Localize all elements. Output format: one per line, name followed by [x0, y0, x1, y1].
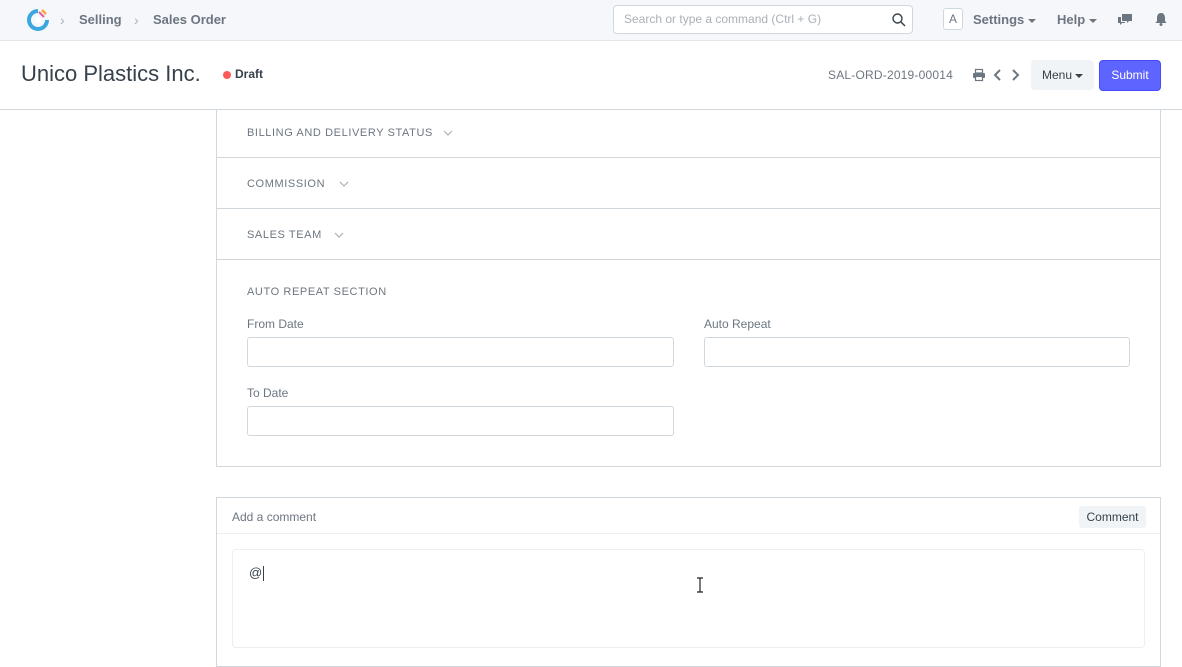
- submit-button[interactable]: Submit: [1099, 60, 1161, 91]
- chevron-right-icon: ›: [60, 12, 65, 28]
- comment-box: Add a comment Comment @: [216, 497, 1161, 667]
- form-panel: BILLING AND DELIVERY STATUS COMMISSION S…: [216, 110, 1161, 467]
- help-label: Help: [1057, 12, 1086, 27]
- comment-title: Add a comment: [232, 510, 317, 524]
- menu-label: Menu: [1042, 68, 1073, 82]
- chevron-right-icon[interactable]: [1008, 68, 1022, 82]
- comment-header: Add a comment Comment: [217, 498, 1160, 534]
- from-date-field[interactable]: [247, 337, 674, 367]
- auto-repeat-field[interactable]: [704, 337, 1130, 367]
- search-input[interactable]: [624, 12, 884, 26]
- page-head: Unico Plastics Inc. Draft SAL-ORD-2019-0…: [0, 41, 1182, 110]
- to-date-field[interactable]: [247, 406, 674, 436]
- comment-input[interactable]: @: [232, 549, 1145, 648]
- breadcrumb-selling[interactable]: Selling: [79, 12, 122, 27]
- settings-label: Settings: [973, 12, 1025, 27]
- document-name: SAL-ORD-2019-00014: [828, 68, 954, 82]
- app-logo-icon[interactable]: [26, 8, 50, 32]
- section-sales-team[interactable]: SALES TEAM: [217, 209, 1160, 260]
- text-caret: [263, 566, 265, 582]
- section-title: SALES TEAM: [247, 229, 322, 241]
- chevron-left-icon[interactable]: [991, 68, 1005, 82]
- section-title: COMMISSION: [247, 178, 326, 190]
- page-title: Unico Plastics Inc.: [21, 61, 201, 86]
- caret-down-icon: [1089, 18, 1098, 23]
- section-title: BILLING AND DELIVERY STATUS: [247, 127, 433, 139]
- comment-button[interactable]: Comment: [1079, 506, 1146, 528]
- section-commission[interactable]: COMMISSION: [217, 158, 1160, 209]
- section-billing-delivery[interactable]: BILLING AND DELIVERY STATUS: [217, 110, 1160, 158]
- status-indicator: [223, 71, 231, 79]
- help-dropdown[interactable]: Help: [1057, 12, 1098, 27]
- auto-repeat-label: Auto Repeat: [704, 317, 771, 331]
- settings-dropdown[interactable]: Settings: [973, 12, 1037, 27]
- print-icon[interactable]: [972, 68, 986, 82]
- chevron-down-icon: [339, 181, 349, 187]
- bell-icon[interactable]: [1153, 11, 1169, 27]
- section-auto-repeat: AUTO REPEAT SECTION From Date Auto Repea…: [217, 260, 1160, 466]
- chevron-down-icon: [334, 232, 344, 238]
- to-date-label: To Date: [247, 386, 289, 400]
- text-cursor-icon: [697, 577, 703, 593]
- chevron-right-icon: ›: [134, 12, 139, 28]
- section-title: AUTO REPEAT SECTION: [247, 286, 387, 298]
- status-badge: Draft: [235, 67, 264, 81]
- avatar[interactable]: A: [943, 8, 963, 30]
- navbar: › Selling › Sales Order A Settings Help: [0, 0, 1182, 41]
- from-date-label: From Date: [247, 317, 304, 331]
- comment-text: @: [249, 565, 265, 582]
- chat-icon[interactable]: [1117, 11, 1133, 27]
- search-box[interactable]: [613, 5, 913, 34]
- comment-text-value: @: [249, 565, 263, 580]
- chevron-down-icon: [443, 130, 453, 136]
- menu-button[interactable]: Menu: [1031, 60, 1094, 90]
- caret-down-icon: [1075, 73, 1084, 78]
- caret-down-icon: [1028, 18, 1037, 23]
- search-icon[interactable]: [891, 12, 907, 28]
- breadcrumb-sales-order[interactable]: Sales Order: [153, 12, 226, 27]
